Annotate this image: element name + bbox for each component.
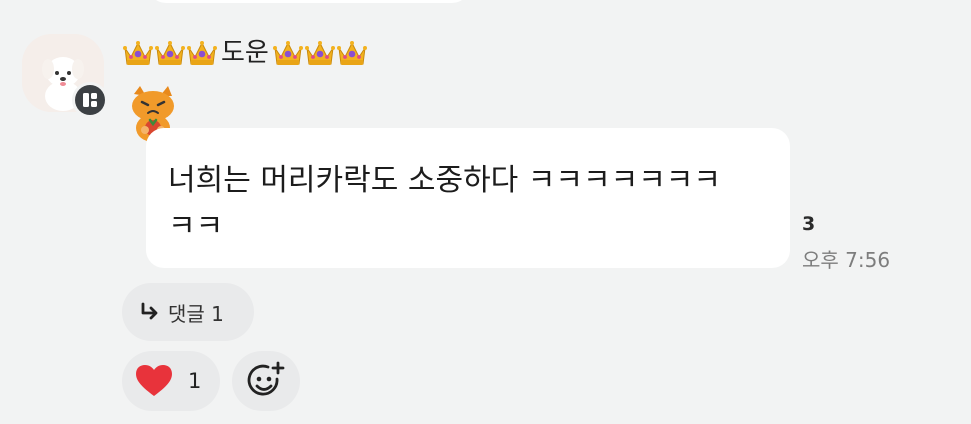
crown-icon bbox=[123, 41, 153, 65]
crown-icon bbox=[187, 41, 217, 65]
heart-icon bbox=[136, 365, 172, 396]
message-bubble[interactable]: 너희는 머리카락도 소중하다 ㅋㅋㅋㅋㅋㅋㅋ ㅋㅋ bbox=[146, 128, 790, 268]
crown-icon bbox=[336, 41, 367, 65]
previous-message-bubble bbox=[148, 0, 470, 3]
crown-decoration-left bbox=[122, 38, 218, 68]
crown-icon bbox=[304, 41, 335, 65]
message-text: 너희는 머리카락도 소중하다 ㅋㅋㅋㅋㅋㅋㅋ ㅋㅋ bbox=[168, 163, 722, 244]
channel-badge-icon bbox=[83, 93, 97, 107]
reaction-heart-button[interactable]: 1 bbox=[122, 351, 220, 411]
add-emoji-icon bbox=[247, 361, 285, 396]
replies-label: 댓글 1 bbox=[168, 301, 224, 326]
replies-button[interactable]: 댓글 1 bbox=[122, 283, 254, 341]
crown-icon bbox=[272, 41, 303, 65]
unread-count: 3 bbox=[802, 213, 816, 235]
add-reaction-button[interactable] bbox=[232, 351, 300, 411]
reply-arrow-icon bbox=[141, 302, 158, 320]
reaction-count: 1 bbox=[188, 369, 202, 393]
message-time: 오후 7:56 bbox=[802, 248, 891, 272]
crown-icon bbox=[155, 41, 185, 65]
channel-badge bbox=[72, 82, 108, 118]
sender-name: 도운 bbox=[221, 38, 269, 68]
crown-decoration-right bbox=[272, 38, 368, 68]
sender-name-row[interactable]: 도운 bbox=[122, 34, 368, 72]
